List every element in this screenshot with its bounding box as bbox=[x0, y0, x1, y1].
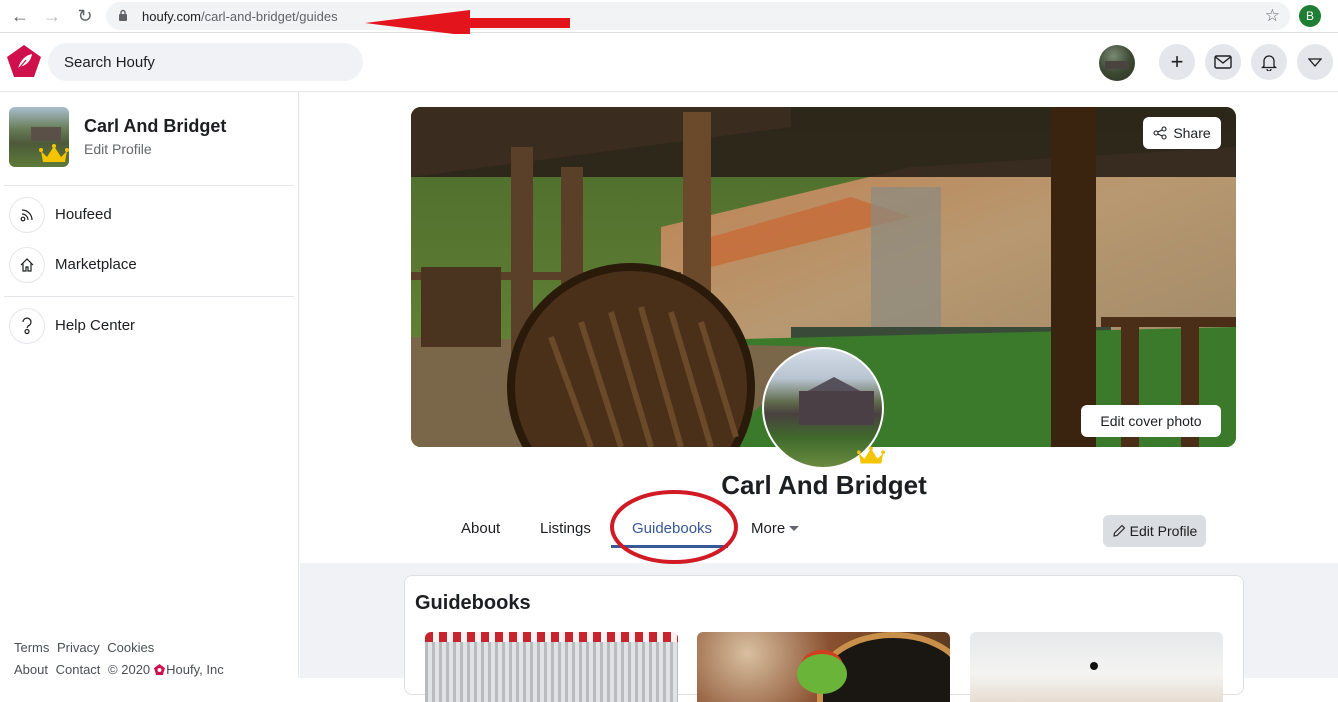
sidebar-item-label: Houfeed bbox=[55, 206, 112, 223]
tab-more[interactable]: More bbox=[751, 520, 800, 537]
search-input[interactable] bbox=[48, 43, 363, 81]
sidebar-item-label: Marketplace bbox=[55, 256, 137, 273]
footer-link-terms[interactable]: Terms bbox=[14, 640, 49, 655]
divider bbox=[4, 185, 294, 186]
sidebar-item-houfeed[interactable]: Houfeed bbox=[9, 197, 289, 235]
houfy-logo-icon[interactable] bbox=[6, 44, 42, 78]
tab-about[interactable]: About bbox=[461, 520, 500, 537]
main-content: Share Edit cover photo Carl And Bridget … bbox=[300, 92, 1338, 702]
edit-cover-photo-button[interactable]: Edit cover photo bbox=[1081, 405, 1221, 437]
tab-listings[interactable]: Listings bbox=[540, 520, 591, 537]
share-label: Share bbox=[1173, 125, 1211, 141]
guidebook-item[interactable] bbox=[425, 632, 678, 702]
bookmark-star-icon[interactable]: ☆ bbox=[1265, 6, 1280, 26]
share-button[interactable]: Share bbox=[1143, 117, 1221, 149]
rss-icon bbox=[9, 197, 45, 233]
mail-icon bbox=[1214, 55, 1232, 69]
edit-profile-button[interactable]: Edit Profile bbox=[1103, 515, 1206, 547]
footer-link-about[interactable]: About bbox=[14, 662, 48, 677]
notifications-button[interactable] bbox=[1251, 44, 1287, 80]
profile-name: Carl And Bridget bbox=[721, 470, 927, 500]
app-header: + bbox=[0, 34, 1338, 92]
url-path: /carl-and-bridget/guides bbox=[201, 9, 338, 24]
sidebar-item-marketplace[interactable]: Marketplace bbox=[9, 247, 289, 285]
user-avatar[interactable] bbox=[1099, 45, 1135, 81]
footer-link-cookies[interactable]: Cookies bbox=[107, 640, 154, 655]
pencil-icon bbox=[1112, 524, 1125, 537]
sidebar-profile-name: Carl And Bridget bbox=[84, 116, 227, 136]
sidebar-profile[interactable]: Carl And Bridget Edit Profile bbox=[9, 107, 289, 169]
crown-icon bbox=[857, 446, 885, 464]
sidebar-footer: Terms Privacy Cookies About Contact © 20… bbox=[14, 637, 228, 681]
home-icon bbox=[9, 247, 45, 283]
company-name: Houfy, Inc bbox=[166, 662, 224, 677]
footer-link-privacy[interactable]: Privacy bbox=[57, 640, 100, 655]
edit-profile-label: Edit Profile bbox=[1129, 523, 1198, 539]
crown-icon bbox=[39, 144, 69, 162]
browser-profile-avatar[interactable]: B bbox=[1299, 5, 1321, 27]
lock-icon bbox=[119, 9, 127, 21]
browser-toolbar: ← → ↻ houfy.com/carl-and-bridget/guides … bbox=[0, 0, 1338, 33]
tab-more-label: More bbox=[751, 520, 786, 537]
sidebar-item-label: Help Center bbox=[55, 317, 136, 334]
guidebooks-card: Guidebooks bbox=[404, 575, 1244, 702]
messages-button[interactable] bbox=[1205, 44, 1241, 80]
help-icon bbox=[9, 308, 45, 344]
footer-link-contact[interactable]: Contact bbox=[56, 662, 101, 677]
divider bbox=[4, 296, 294, 297]
plus-icon: + bbox=[1170, 49, 1184, 74]
red-circle-annotation bbox=[610, 490, 738, 564]
left-sidebar: Carl And Bridget Edit Profile Houfeed Ma… bbox=[0, 92, 299, 678]
guidebooks-title: Guidebooks bbox=[415, 592, 531, 614]
houfy-mini-logo-icon bbox=[154, 664, 166, 675]
guidebook-item[interactable] bbox=[970, 632, 1223, 702]
url-host: houfy.com bbox=[142, 9, 202, 24]
bell-icon bbox=[1261, 55, 1277, 71]
guidebook-item[interactable] bbox=[697, 632, 950, 702]
copyright-text: © 2020 bbox=[108, 662, 151, 677]
url-text: houfy.com/carl-and-bridget/guides bbox=[142, 9, 338, 24]
reload-button[interactable]: ↻ bbox=[75, 6, 95, 26]
sidebar-item-help-center[interactable]: Help Center bbox=[9, 308, 289, 346]
share-icon bbox=[1153, 126, 1167, 140]
red-arrow-annotation bbox=[365, 10, 570, 36]
triangle-down-icon bbox=[1308, 57, 1322, 67]
back-button[interactable]: ← bbox=[10, 6, 30, 26]
forward-button[interactable]: → bbox=[42, 6, 62, 26]
caret-down-icon bbox=[789, 526, 800, 531]
add-button[interactable]: + bbox=[1159, 44, 1195, 80]
sidebar-edit-profile-link[interactable]: Edit Profile bbox=[84, 141, 152, 157]
account-menu-button[interactable] bbox=[1297, 44, 1333, 80]
address-bar[interactable]: houfy.com/carl-and-bridget/guides ☆ bbox=[106, 2, 1290, 30]
